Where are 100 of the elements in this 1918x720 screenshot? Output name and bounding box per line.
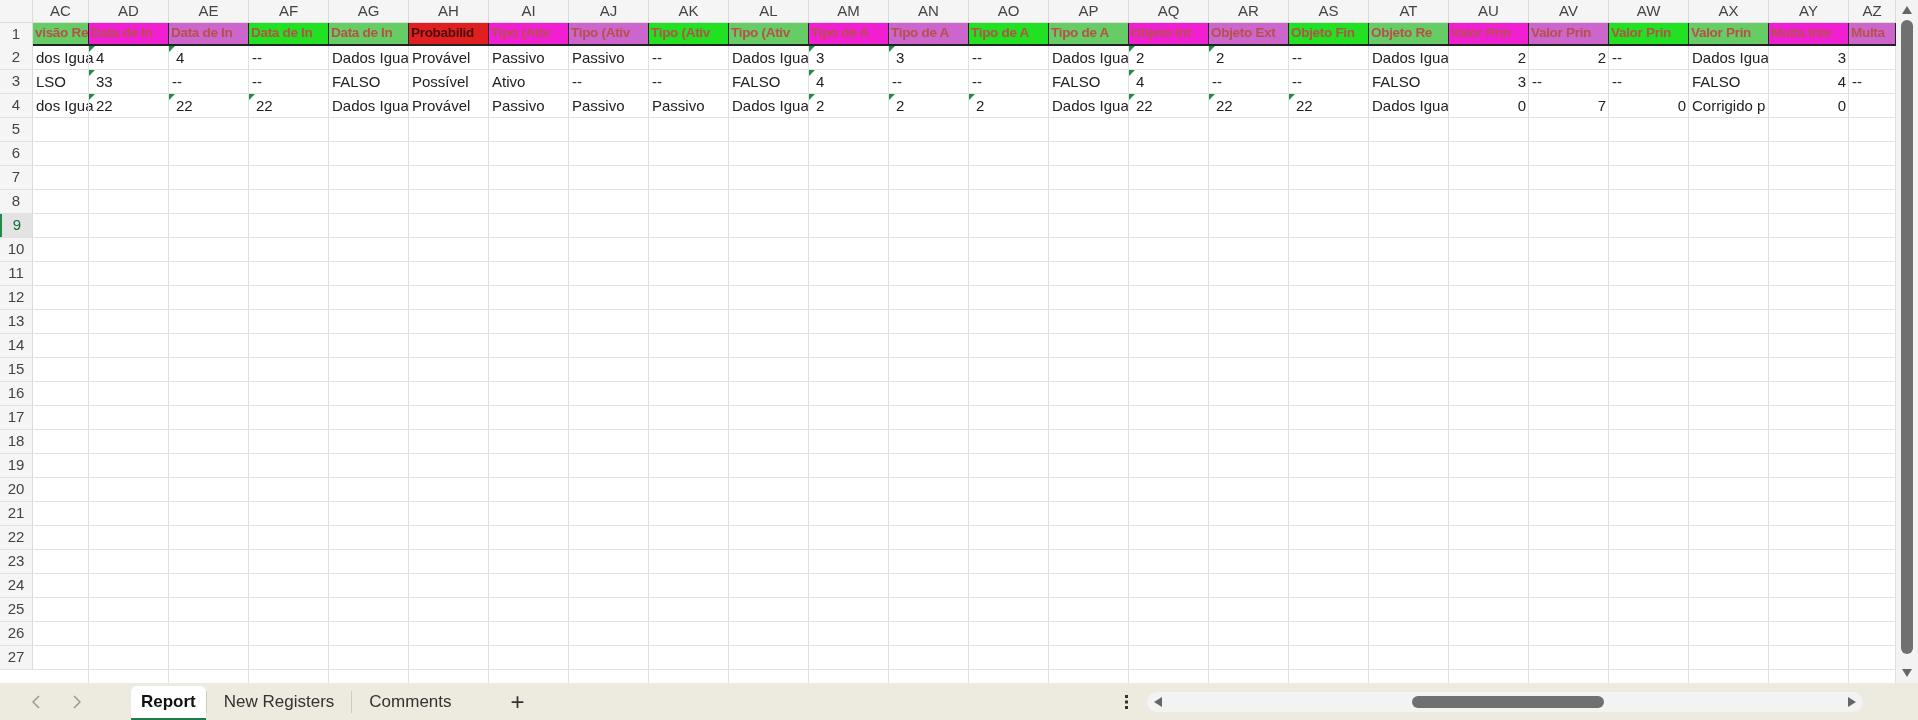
- cell-text: 22: [1136, 98, 1153, 113]
- column-title: Tipo (Ativ: [729, 23, 809, 46]
- column-letter[interactable]: AG: [329, 0, 409, 23]
- column-title: Valor Prin: [1609, 23, 1689, 46]
- vertical-scrollbar[interactable]: [1896, 0, 1918, 683]
- row-number[interactable]: 8: [0, 190, 33, 213]
- column-letter[interactable]: AQ: [1129, 0, 1209, 23]
- cell-text: --: [1852, 74, 1862, 89]
- row-number[interactable]: 17: [0, 406, 33, 429]
- row-number[interactable]: 18: [0, 430, 33, 453]
- column-letter[interactable]: AJ: [569, 0, 649, 23]
- cell-text: 33: [96, 74, 113, 89]
- row-number[interactable]: 15: [0, 358, 33, 381]
- column-letter[interactable]: AE: [169, 0, 249, 23]
- row-number[interactable]: 16: [0, 382, 33, 405]
- cell-text: 22: [1216, 98, 1233, 113]
- column-title: Tipo (Ativ: [569, 23, 649, 46]
- column-title: Tipo de A: [809, 23, 889, 46]
- column-letter[interactable]: AI: [489, 0, 569, 23]
- column-title: Multa Inte: [1769, 23, 1849, 46]
- cell-text: 0: [1837, 98, 1846, 113]
- row-number[interactable]: 24: [0, 574, 33, 597]
- column-letter[interactable]: AV: [1529, 0, 1609, 23]
- row-number[interactable]: 3: [0, 70, 33, 93]
- scrollbar-thumb[interactable]: [1901, 20, 1913, 654]
- cell-text: 22: [256, 98, 273, 113]
- row-number[interactable]: 5: [0, 118, 33, 141]
- row-number[interactable]: 12: [0, 286, 33, 309]
- sheet-tab[interactable]: Comments: [352, 688, 469, 715]
- cell-text: --: [252, 50, 262, 65]
- sheet-tab[interactable]: New Registers: [206, 688, 352, 715]
- cell-text: Dados Igua: [732, 50, 809, 65]
- row-number[interactable]: 14: [0, 334, 33, 357]
- row-number[interactable]: 2: [0, 46, 33, 69]
- cell-text: Provável: [412, 50, 471, 65]
- column-letter[interactable]: AY: [1769, 0, 1849, 23]
- cell-text: --: [972, 74, 982, 89]
- column-letter[interactable]: AZ: [1849, 0, 1896, 23]
- column-title: Objeto Int: [1129, 23, 1209, 46]
- column-letter[interactable]: AD: [89, 0, 169, 23]
- more-options-icon[interactable]: [1124, 694, 1129, 709]
- column-letter[interactable]: AF: [249, 0, 329, 23]
- row-number[interactable]: 20: [0, 478, 33, 501]
- column-letter[interactable]: AR: [1209, 0, 1289, 23]
- row-number[interactable]: 22: [0, 526, 33, 549]
- column-letter[interactable]: AC: [33, 0, 89, 23]
- column-letter[interactable]: AO: [969, 0, 1049, 23]
- column-title: Data de In: [89, 23, 169, 46]
- row-number[interactable]: 10: [0, 238, 33, 261]
- column-letter[interactable]: AX: [1689, 0, 1769, 23]
- column-title: Tipo de A: [1049, 23, 1129, 46]
- row-number[interactable]: 13: [0, 310, 33, 333]
- column-letter[interactable]: AS: [1289, 0, 1369, 23]
- sheet-tab[interactable]: Report: [131, 686, 206, 720]
- row-number[interactable]: 4: [0, 94, 33, 117]
- scroll-right-icon[interactable]: [1847, 696, 1856, 707]
- cell-text: 2: [1597, 50, 1606, 65]
- cell-text: --: [252, 74, 262, 89]
- cell-text: 3: [1837, 50, 1846, 65]
- add-sheet-button[interactable]: +: [510, 689, 525, 714]
- column-letter[interactable]: AH: [409, 0, 489, 23]
- cell-text: 2: [1216, 50, 1225, 65]
- column-title: Objeto Re: [1369, 23, 1449, 46]
- cell-text: --: [572, 74, 582, 89]
- horizontal-scrollbar[interactable]: [1146, 691, 1863, 712]
- scroll-down-icon[interactable]: [1902, 669, 1912, 677]
- row-number[interactable]: 1: [0, 23, 33, 46]
- column-letter[interactable]: AN: [889, 0, 969, 23]
- column-letter[interactable]: AM: [809, 0, 889, 23]
- cell-text: --: [1292, 50, 1302, 65]
- cell-text: --: [1292, 74, 1302, 89]
- row-number[interactable]: 26: [0, 622, 33, 645]
- row-number[interactable]: 27: [0, 646, 33, 669]
- column-letter[interactable]: AU: [1449, 0, 1529, 23]
- cell-text: Dados Igua: [1372, 50, 1449, 65]
- next-sheet-icon[interactable]: [73, 694, 81, 709]
- scrollbar-thumb[interactable]: [1411, 695, 1604, 708]
- row-number[interactable]: 7: [0, 166, 33, 189]
- scroll-up-icon[interactable]: [1902, 6, 1912, 14]
- row-number[interactable]: 6: [0, 142, 33, 165]
- cell-text: Dados Igua: [1372, 98, 1449, 113]
- row-number[interactable]: 23: [0, 550, 33, 573]
- row-number[interactable]: 25: [0, 598, 33, 621]
- cell-text: 7: [1597, 98, 1606, 113]
- column-letter[interactable]: AT: [1369, 0, 1449, 23]
- cell-text: 22: [176, 98, 193, 113]
- previous-sheet-icon[interactable]: [32, 694, 40, 709]
- column-letter[interactable]: AP: [1049, 0, 1129, 23]
- scroll-left-icon[interactable]: [1153, 696, 1162, 707]
- cell-text: --: [1612, 50, 1622, 65]
- column-letter[interactable]: AW: [1609, 0, 1689, 23]
- row-number[interactable]: 9: [0, 214, 33, 237]
- row-number[interactable]: 19: [0, 454, 33, 477]
- row-number[interactable]: 21: [0, 502, 33, 525]
- column-title: Tipo (Ativ: [489, 23, 569, 46]
- column-letter[interactable]: AL: [729, 0, 809, 23]
- row-number[interactable]: 11: [0, 262, 33, 285]
- cell-text: FALSO: [332, 74, 381, 89]
- column-letter[interactable]: AK: [649, 0, 729, 23]
- column-title: Valor Prin: [1529, 23, 1609, 46]
